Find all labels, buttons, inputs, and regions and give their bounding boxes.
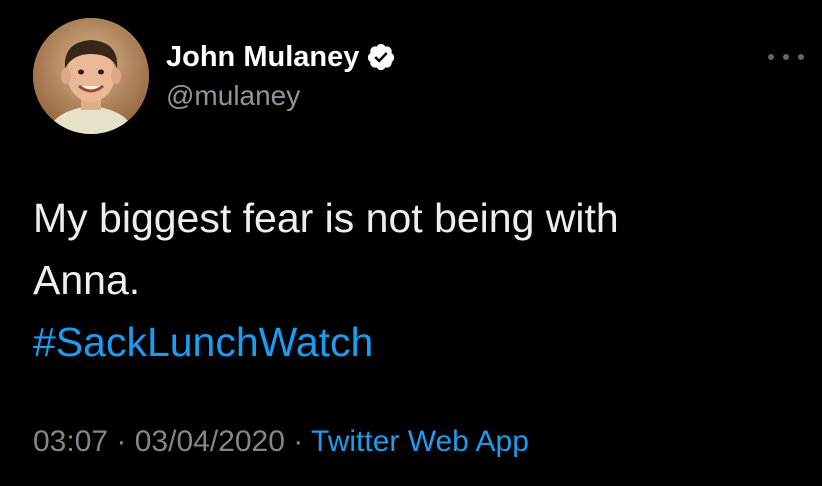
more-dot xyxy=(798,54,804,60)
meta-separator: · xyxy=(108,425,135,458)
author-block: John Mulaney @mulaney xyxy=(166,38,396,112)
tweet-line: Anna. xyxy=(33,257,141,303)
hashtag-link[interactable]: #SackLunchWatch xyxy=(33,319,373,365)
tweet-date[interactable]: 03/04/2020 xyxy=(135,425,285,458)
more-dot xyxy=(768,54,774,60)
meta-separator: · xyxy=(284,425,312,458)
avatar-photo xyxy=(33,18,149,134)
verified-badge-icon xyxy=(366,42,396,72)
tweet-time[interactable]: 03:07 xyxy=(33,425,108,458)
more-options-icon[interactable] xyxy=(768,50,804,64)
handle[interactable]: @mulaney xyxy=(166,80,396,112)
tweet-source-link[interactable]: Twitter Web App xyxy=(311,425,529,458)
tweet-line: My biggest fear is not being with xyxy=(33,195,619,241)
more-dot xyxy=(783,54,789,60)
tweet-card: John Mulaney @mulaney My biggest fear is… xyxy=(0,0,822,486)
display-name[interactable]: John Mulaney xyxy=(166,41,359,74)
name-row: John Mulaney xyxy=(166,38,396,76)
tweet-meta: 03:07 · 03/04/2020 · Twitter Web App xyxy=(33,425,529,459)
tweet-text: My biggest fear is not being with Anna. … xyxy=(33,187,793,373)
avatar[interactable] xyxy=(33,18,149,134)
